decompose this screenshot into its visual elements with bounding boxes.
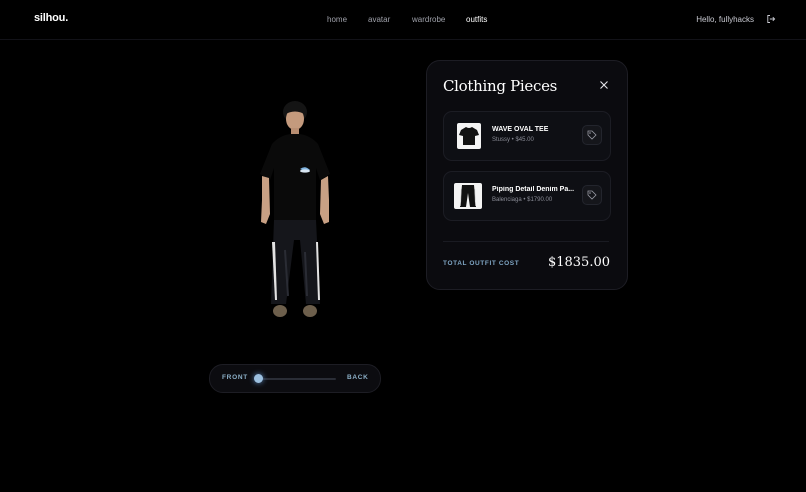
back-label: BACK [347, 374, 369, 381]
tag-icon [587, 130, 597, 140]
item-name: Piping Detail Denim Pa... [492, 186, 575, 193]
tshirt-icon [459, 127, 479, 145]
item-brand-price: Balenciaga • $1790.00 [492, 197, 553, 203]
clothing-pieces-panel: Clothing Pieces WAVE OVAL TEE Stussy • $… [426, 60, 628, 290]
main-nav: home avatar wardrobe outfits [0, 15, 806, 27]
slider-track[interactable] [258, 378, 336, 380]
logout-icon[interactable] [766, 14, 776, 24]
total-cost-label: TOTAL OUTFIT COST [443, 260, 520, 267]
nav-wardrobe[interactable]: wardrobe [412, 15, 445, 24]
tag-icon [587, 190, 597, 200]
nav-home[interactable]: home [327, 15, 347, 24]
clothing-item-card[interactable]: WAVE OVAL TEE Stussy • $45.00 [443, 111, 611, 161]
tag-button[interactable] [582, 185, 602, 205]
tag-button[interactable] [582, 125, 602, 145]
user-greeting: Hello, fullyhacks [696, 15, 754, 24]
close-icon[interactable] [599, 80, 609, 90]
item-name: WAVE OVAL TEE [492, 126, 549, 133]
front-label: FRONT [222, 374, 248, 381]
avatar-model [260, 101, 330, 317]
view-rotation-slider[interactable]: FRONT BACK [209, 364, 381, 393]
nav-avatar[interactable]: avatar [368, 15, 390, 24]
clothing-item-card[interactable]: Piping Detail Denim Pa... Balenciaga • $… [443, 171, 611, 221]
nav-outfits[interactable]: outfits [466, 15, 487, 24]
item-brand-price: Stussy • $45.00 [492, 137, 534, 143]
panel-title: Clothing Pieces [443, 77, 558, 95]
top-navbar: silhou. home avatar wardrobe outfits Hel… [0, 0, 806, 40]
total-cost-value: $1835.00 [547, 255, 610, 270]
pants-icon [460, 185, 476, 207]
slider-knob[interactable] [254, 374, 263, 383]
divider [443, 241, 609, 242]
item-thumbnail [454, 183, 482, 209]
item-thumbnail [457, 123, 481, 149]
